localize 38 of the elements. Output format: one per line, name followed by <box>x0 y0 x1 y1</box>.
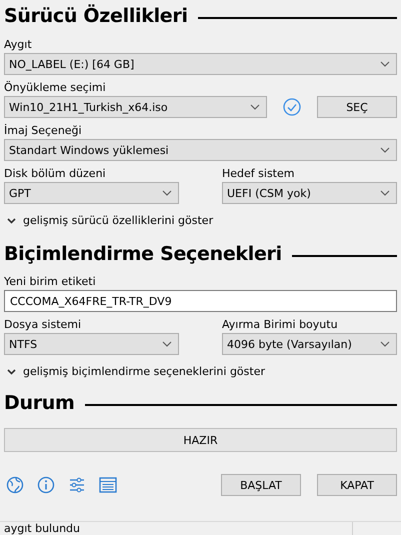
chevron-icon <box>380 61 390 67</box>
field-label: Dosya sistemi <box>4 318 82 331</box>
close-button[interactable]: KAPAT <box>317 474 397 496</box>
select-button[interactable]: SEÇ <box>317 96 397 118</box>
info-icon[interactable] <box>37 476 55 494</box>
field-label: Yeni birim etiketi <box>4 275 97 288</box>
target-system-dropdown[interactable]: UEFI (CSM yok) <box>222 182 397 204</box>
section-heading: Biçimlendirme Seçenekleri <box>4 243 282 265</box>
boot-dropdown[interactable]: Win10_21H1_Turkish_x64.iso <box>4 96 267 118</box>
field-label: Önyükleme seçimi <box>4 81 107 94</box>
chevron-icon <box>380 190 390 196</box>
globe-icon[interactable] <box>6 476 24 494</box>
field-label: Aygıt <box>4 38 33 51</box>
chevron-icon <box>7 368 16 374</box>
chevron-icon <box>380 341 390 347</box>
field-label: Ayırma Birimi boyutu <box>222 318 339 331</box>
field-label: Disk bölüm düzeni <box>4 167 107 180</box>
field-label: Hedef sistem <box>222 167 296 180</box>
cluster-size-dropdown[interactable]: 4096 byte (Varsayılan) <box>222 333 397 355</box>
status-text: aygıt bulundu <box>4 523 80 535</box>
partition-dropdown[interactable]: GPT <box>4 182 179 204</box>
advanced-toggle[interactable]: gelişmiş sürücü özelliklerini göster <box>4 214 397 227</box>
log-icon[interactable] <box>99 477 117 493</box>
chevron-icon <box>7 218 16 224</box>
settings-icon[interactable] <box>68 476 86 494</box>
chevron-icon <box>162 341 172 347</box>
device-dropdown[interactable]: NO_LABEL (E:) [64 GB] <box>4 53 397 75</box>
chevron-icon <box>162 190 172 196</box>
chevron-icon <box>380 147 390 153</box>
section-heading: Durum <box>4 392 74 414</box>
file-system-dropdown[interactable]: NTFS <box>4 333 179 355</box>
start-button[interactable]: BAŞLAT <box>221 474 301 496</box>
section-heading: Sürücü Özellikleri <box>4 5 188 27</box>
field-label: İmaj Seçeneği <box>4 124 83 137</box>
advanced-toggle[interactable]: gelişmiş biçimlendirme seçeneklerini göster <box>4 365 397 378</box>
volume-label-field[interactable]: CCCOMA_X64FRE_TR-TR_DV9 <box>4 290 397 312</box>
chevron-icon <box>250 104 260 110</box>
image-option-dropdown[interactable]: Standart Windows yüklemesi <box>4 139 397 161</box>
